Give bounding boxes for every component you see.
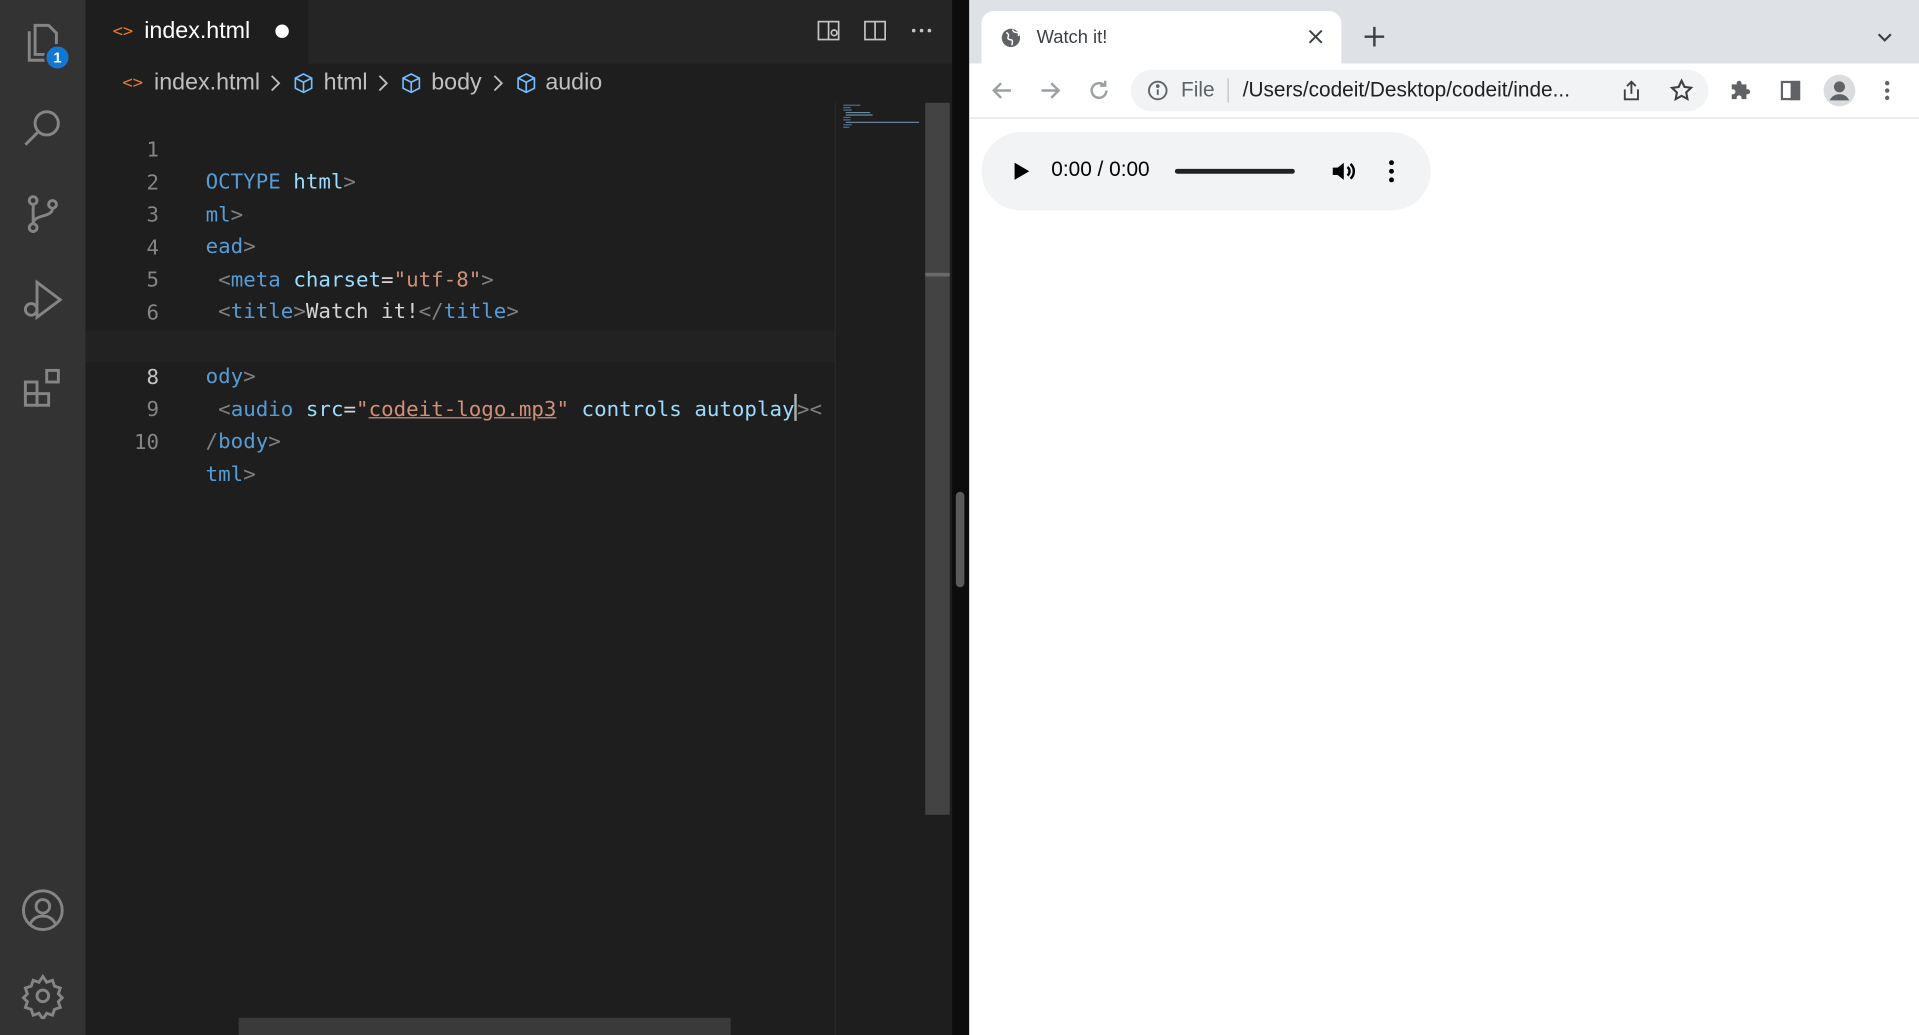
editor-tab-index-html[interactable]: <> index.html (85, 0, 309, 64)
code-line: 4 <meta charset="utf-8"> (86, 200, 835, 292)
new-tab-plus-icon[interactable] (1361, 23, 1388, 50)
back-arrow-icon[interactable] (989, 77, 1016, 104)
symbol-element-icon (292, 71, 316, 95)
breadcrumb: <> index.html html body audio (122, 69, 602, 98)
editor-pane: <> index.html <> index.html html body au… (85, 0, 953, 1035)
chevron-right-icon (491, 75, 503, 92)
volume-icon[interactable] (1329, 157, 1358, 186)
breadcrumb-item-audio[interactable]: audio (545, 70, 602, 97)
chevron-right-icon (270, 75, 282, 92)
more-options-icon[interactable] (1379, 158, 1403, 185)
scroll-position-marker (925, 272, 950, 277)
browser-tab-title: Watch it! (1036, 26, 1108, 48)
url-text[interactable]: /Users/codeit/Desktop/codeit/inde... (1243, 78, 1570, 102)
breadcrumb-item-html[interactable]: html (324, 70, 368, 97)
more-actions-icon[interactable] (908, 17, 935, 44)
code-editor[interactable]: 1 OCTYPE html> 2 ml> 3 ead> 4 <meta char… (85, 103, 835, 1008)
source-control-icon[interactable] (18, 190, 67, 239)
html-file-icon: <> (122, 73, 144, 93)
reload-icon[interactable] (1086, 77, 1113, 104)
browser-toolbar: File /Users/codeit/Desktop/codeit/inde..… (969, 63, 1919, 119)
resize-handle[interactable] (955, 491, 965, 588)
extensions-icon[interactable] (18, 363, 67, 412)
symbol-element-icon (399, 71, 423, 95)
url-separator (1228, 78, 1230, 103)
settings-gear-icon[interactable] (18, 971, 67, 1020)
extensions-puzzle-icon[interactable] (1728, 77, 1755, 104)
bookmark-star-icon[interactable] (1669, 78, 1694, 102)
tab-search-chevron-down-icon[interactable] (1875, 28, 1895, 48)
code-line: 1 OCTYPE html> (86, 103, 835, 194)
close-tab-icon[interactable] (1305, 26, 1327, 48)
play-icon[interactable] (1008, 159, 1032, 183)
breadcrumb-file[interactable]: index.html (154, 70, 260, 97)
explorer-badge: 1 (44, 44, 71, 71)
line-number: 10 (134, 430, 160, 455)
activity-bar: 1 (0, 0, 86, 1035)
code-line: 3 ead> (86, 168, 835, 259)
search-icon[interactable] (18, 103, 67, 152)
side-panel-icon[interactable] (1777, 77, 1804, 104)
open-preview-icon[interactable] (815, 17, 842, 44)
globe-icon (1001, 28, 1021, 47)
html-file-icon: <> (112, 22, 134, 42)
audio-progress-slider[interactable] (1174, 168, 1295, 174)
minimap[interactable] (834, 102, 927, 1035)
browser-window: Watch it! File /Users/codeit/Desktop/cod… (969, 0, 1919, 1035)
code-line: 9 /body> (86, 362, 835, 454)
symbol-element-icon (514, 71, 538, 95)
chevron-right-icon (377, 75, 389, 92)
code-line: 10 tml> (86, 395, 835, 486)
editor-tab-bar: <> index.html (85, 0, 953, 64)
forward-arrow-icon[interactable] (1037, 77, 1064, 104)
browser-tab[interactable]: Watch it! (981, 11, 1342, 64)
tab-filename: index.html (144, 18, 251, 45)
web-page-content: 0:00 / 0:00 (969, 118, 1919, 1035)
vertical-scrollbar[interactable] (925, 102, 950, 815)
url-scheme-label: File (1181, 78, 1215, 102)
audio-player[interactable]: 0:00 / 0:00 (981, 132, 1431, 211)
horizontal-scrollbar[interactable] (238, 1017, 731, 1035)
code-line: 2 ml> (86, 135, 835, 227)
share-icon[interactable] (1620, 80, 1642, 102)
account-icon[interactable] (18, 886, 67, 935)
unsaved-dot-icon[interactable] (275, 24, 289, 38)
profile-avatar-icon[interactable] (1823, 74, 1856, 107)
code-line: 7 ody> (86, 297, 835, 389)
chrome-menu-icon[interactable] (1874, 77, 1901, 104)
address-bar[interactable]: File /Users/codeit/Desktop/codeit/inde..… (1130, 69, 1709, 112)
info-icon[interactable] (1147, 80, 1169, 102)
code-line: 5 <title>Watch it!</title> (86, 232, 835, 324)
audio-time: 0:00 / 0:00 (1051, 157, 1150, 182)
breadcrumb-item-body[interactable]: body (431, 70, 481, 97)
code-line-active: 8 <audio src="codeit-logo.mp3" controls … (85, 329, 835, 421)
split-editor-icon[interactable] (862, 17, 889, 44)
run-debug-icon[interactable] (18, 275, 67, 324)
browser-tab-strip: Watch it! (969, 0, 1919, 64)
code-line: 6 /head> (86, 265, 835, 356)
